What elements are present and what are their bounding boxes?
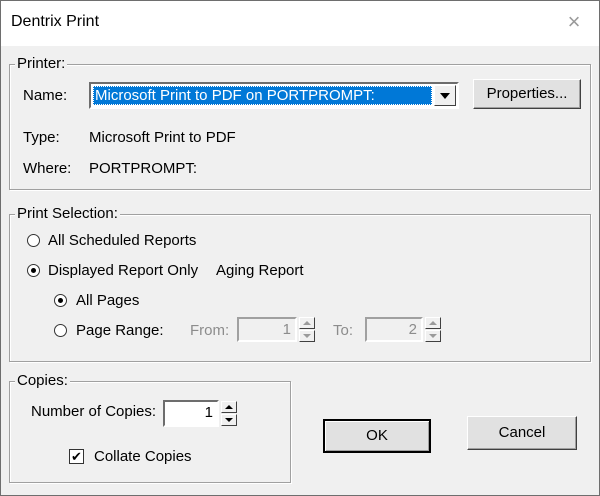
print-dialog: Dentrix Print × Printer: Name: Microsoft… xyxy=(0,0,600,496)
printer-type-value: Microsoft Print to PDF xyxy=(89,129,236,146)
all-pages-label[interactable]: All Pages xyxy=(76,292,139,309)
printer-type-label: Type: xyxy=(23,129,60,146)
report-name: Aging Report xyxy=(216,262,304,279)
from-page-value: 1 xyxy=(282,321,291,338)
properties-button[interactable]: Properties... xyxy=(473,79,581,109)
displayed-report-only-radio[interactable] xyxy=(27,264,40,277)
print-selection-legend: Print Selection: xyxy=(15,205,120,222)
from-page-input[interactable]: 1 xyxy=(237,317,297,342)
spin-down-icon[interactable] xyxy=(221,414,237,426)
cancel-button[interactable]: Cancel xyxy=(467,416,577,450)
spin-up-icon[interactable] xyxy=(221,401,237,413)
printer-where-value: PORTPROMPT: xyxy=(89,160,198,177)
number-of-copies-value: 1 xyxy=(204,404,213,421)
to-page-value: 2 xyxy=(408,321,417,338)
spin-up-icon[interactable] xyxy=(299,317,315,329)
spin-down-icon[interactable] xyxy=(299,330,315,342)
to-label: To: xyxy=(333,322,354,339)
dialog-title: Dentrix Print xyxy=(11,13,100,30)
title-bar: Dentrix Print × xyxy=(1,1,599,46)
spin-down-icon[interactable] xyxy=(425,330,441,342)
all-pages-radio[interactable] xyxy=(54,294,67,307)
collate-copies-label[interactable]: Collate Copies xyxy=(94,448,192,465)
page-range-label[interactable]: Page Range: xyxy=(76,322,164,339)
all-scheduled-reports-radio[interactable] xyxy=(27,234,40,247)
number-of-copies-spinner[interactable] xyxy=(221,401,237,426)
copies-group: Copies: xyxy=(9,372,291,483)
to-page-spinner[interactable] xyxy=(425,317,441,342)
collate-copies-checkbox[interactable]: ✔ xyxy=(69,449,84,464)
printer-name-select[interactable]: Microsoft Print to PDF on PORTPROMPT: xyxy=(89,82,459,109)
spin-up-icon[interactable] xyxy=(425,317,441,329)
from-label: From: xyxy=(190,322,230,339)
to-page-input[interactable]: 2 xyxy=(365,317,423,342)
copies-legend: Copies: xyxy=(15,372,70,389)
ok-button[interactable]: OK xyxy=(323,419,431,453)
page-range-radio[interactable] xyxy=(54,324,67,337)
number-of-copies-input[interactable]: 1 xyxy=(163,400,219,427)
printer-where-label: Where: xyxy=(23,160,72,177)
printer-name-value: Microsoft Print to PDF on PORTPROMPT: xyxy=(93,86,432,105)
printer-name-label: Name: xyxy=(23,87,68,104)
all-scheduled-reports-label[interactable]: All Scheduled Reports xyxy=(48,232,196,249)
displayed-report-only-label[interactable]: Displayed Report Only xyxy=(48,262,198,279)
number-of-copies-label: Number of Copies: xyxy=(31,403,157,420)
printer-legend: Printer: xyxy=(15,55,68,72)
close-icon[interactable]: × xyxy=(561,9,587,35)
from-page-spinner[interactable] xyxy=(299,317,315,342)
chevron-down-icon[interactable] xyxy=(434,85,456,106)
